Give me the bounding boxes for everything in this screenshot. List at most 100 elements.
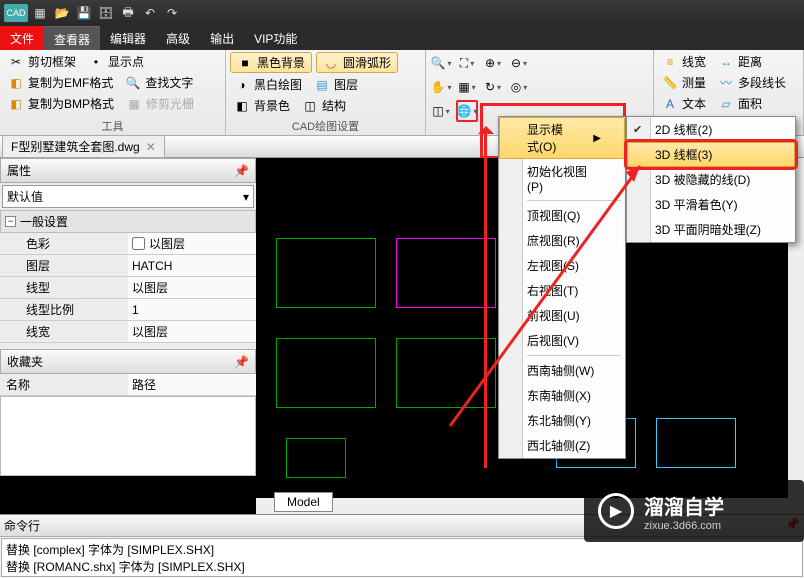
category-row[interactable]: − 一般设置 (0, 210, 256, 233)
pin-icon[interactable]: 📌 (234, 164, 249, 178)
ruler-icon: 📏 (662, 75, 678, 91)
menu-2d-wireframe[interactable]: 2D 线框(2) (627, 117, 795, 142)
new-icon[interactable]: ▦ (32, 5, 48, 21)
menu-back-view[interactable]: 后视图(V) (499, 328, 625, 353)
copy-bmp-button[interactable]: ◧复制为BMP格式 (4, 94, 118, 113)
title-bar: CAD ▦ 📂 💾 🗄 🖶 ↶ ↷ (0, 0, 804, 26)
menu-nw-iso[interactable]: 西北轴侧(Z) (499, 433, 625, 458)
bg-color-button[interactable]: ◧背景色 (230, 96, 294, 115)
fix-raster-button[interactable]: ▦修剪光栅 (122, 94, 198, 113)
menu-3d-flat[interactable]: 3D 平面阴暗处理(Z) (627, 217, 795, 242)
tab-output[interactable]: 输出 (200, 26, 244, 50)
zoom-out-dropdown[interactable]: ⊖ (508, 52, 530, 74)
zoom-extents-dropdown[interactable]: ⛶ (456, 52, 478, 74)
watermark-url: zixue.3d66.com (644, 520, 724, 532)
document-tab[interactable]: F型别墅建筑全套图.dwg ✕ (2, 135, 165, 158)
prop-row-lineweight[interactable]: 线宽以图层 (0, 321, 256, 343)
label: 复制为BMP格式 (28, 95, 114, 112)
orbit-dropdown[interactable]: ◎ (508, 76, 530, 98)
tab-view[interactable]: 查看器 (44, 26, 100, 50)
saveall-icon[interactable]: 🗄 (98, 5, 114, 21)
tab-file[interactable]: 文件 (0, 26, 44, 50)
point-icon: • (88, 54, 104, 70)
zoom-window-dropdown[interactable]: 🔍 (430, 52, 452, 74)
model-tab[interactable]: Model (274, 492, 333, 512)
close-icon[interactable]: ✕ (146, 140, 156, 154)
find-text-button[interactable]: 🔍查找文字 (121, 73, 197, 92)
save-icon[interactable]: 💾 (76, 5, 92, 21)
selector-combo[interactable]: 默认值 ▾ (2, 185, 254, 208)
undo-icon[interactable]: ↶ (142, 5, 158, 21)
structure-button[interactable]: ◫结构 (298, 96, 350, 115)
distance-button[interactable]: ↔距离 (714, 52, 766, 71)
drawing-thumbnail (396, 238, 496, 308)
group-title: CAD绘图设置 (230, 117, 421, 135)
menu-label: 3D 线框(3) (655, 146, 712, 163)
view-dropdown[interactable]: ▦ (456, 76, 478, 98)
pan-dropdown[interactable]: ✋ (430, 76, 452, 98)
menu-label: 右视图(T) (527, 282, 578, 299)
show-point-button[interactable]: •显示点 (84, 52, 148, 71)
display-mode-dropdown[interactable]: 🌐 (456, 100, 478, 122)
prop-row-layer[interactable]: 图层HATCH (0, 255, 256, 277)
menu-reset-view[interactable]: 初始化视图(P) (499, 159, 625, 198)
prop-value[interactable]: 以图层 (128, 277, 256, 298)
command-history[interactable]: 替换 [complex] 字体为 [SIMPLEX.SHX] 替换 [ROMAN… (1, 538, 803, 577)
prop-row-color[interactable]: 色彩以图层 (0, 233, 256, 255)
menu-bottom-view[interactable]: 庶视图(R) (499, 228, 625, 253)
favorites-list[interactable] (0, 396, 256, 476)
prop-value[interactable]: 1 (128, 299, 256, 320)
zoom-in-dropdown[interactable]: ⊕ (482, 52, 504, 74)
label: 多段线长 (738, 74, 786, 91)
arc-smooth-button[interactable]: ◡圆滑弧形 (316, 52, 398, 73)
menu-right-view[interactable]: 右视图(T) (499, 278, 625, 303)
black-bg-button[interactable]: ■黑色背景 (230, 52, 312, 73)
prop-row-linetype[interactable]: 线型以图层 (0, 277, 256, 299)
menu-3d-shaded[interactable]: 3D 平滑着色(Y) (627, 192, 795, 217)
panel-title: 属性 (7, 162, 31, 179)
menu-front-view[interactable]: 前视图(U) (499, 303, 625, 328)
menu-se-iso[interactable]: 东南轴侧(X) (499, 383, 625, 408)
pin-icon[interactable]: 📌 (234, 355, 249, 369)
group-title: 工具 (4, 117, 221, 135)
text-button[interactable]: A文本 (658, 94, 710, 113)
menu-3d-hidden[interactable]: 3D 被隐藏的线(D) (627, 167, 795, 192)
tab-editor[interactable]: 编辑器 (100, 26, 156, 50)
tab-advanced[interactable]: 高级 (156, 26, 200, 50)
label: 修剪光栅 (146, 95, 194, 112)
prop-row-ltscale[interactable]: 线型比例1 (0, 299, 256, 321)
open-icon[interactable]: 📂 (54, 5, 70, 21)
redo-icon[interactable]: ↷ (164, 5, 180, 21)
menu-label: 2D 线框(2) (655, 121, 712, 138)
polylen-button[interactable]: 〰多段线长 (714, 73, 790, 92)
prop-value[interactable]: 以图层 (128, 233, 256, 254)
menu-sw-iso[interactable]: 西南轴侧(W) (499, 358, 625, 383)
menu-ne-iso[interactable]: 东北轴侧(Y) (499, 408, 625, 433)
watermark-text: 溜溜自学 zixue.3d66.com (644, 491, 724, 532)
menu-3d-wireframe[interactable]: 3D 线框(3) (627, 142, 795, 167)
prop-value[interactable]: 以图层 (128, 321, 256, 342)
area-icon: ▱ (718, 96, 734, 112)
menu-label: 后视图(V) (527, 332, 579, 349)
favorites-header: 收藏夹 📌 (0, 349, 256, 374)
drawing-thumbnail (276, 338, 376, 408)
bylayer-checkbox[interactable] (132, 237, 145, 250)
linewidth-button[interactable]: ≡线宽 (658, 52, 710, 71)
cut-frame-button[interactable]: ✂剪切框架 (4, 52, 80, 71)
collapse-icon[interactable]: − (5, 216, 16, 227)
menu-top-view[interactable]: 顶视图(Q) (499, 203, 625, 228)
print-icon[interactable]: 🖶 (120, 5, 136, 21)
rotate-dropdown[interactable]: ↻ (482, 76, 504, 98)
bw-draw-button[interactable]: ◑黑白绘图 (230, 75, 306, 94)
area-button[interactable]: ▱面积 (714, 94, 766, 113)
category-label: 一般设置 (20, 213, 68, 230)
tab-vip[interactable]: VIP功能 (244, 26, 307, 50)
prop-value[interactable]: HATCH (128, 255, 256, 276)
copy-emf-button[interactable]: ◧复制为EMF格式 (4, 73, 117, 92)
menu-display-mode[interactable]: 显示模式(O)▶ (499, 117, 625, 159)
play-icon: ▶ (598, 493, 634, 529)
measure-button[interactable]: 📏测量 (658, 73, 710, 92)
misc1-dropdown[interactable]: ◫ (430, 100, 452, 122)
menu-left-view[interactable]: 左视图(S) (499, 253, 625, 278)
layer-button[interactable]: ▤图层 (310, 75, 362, 94)
